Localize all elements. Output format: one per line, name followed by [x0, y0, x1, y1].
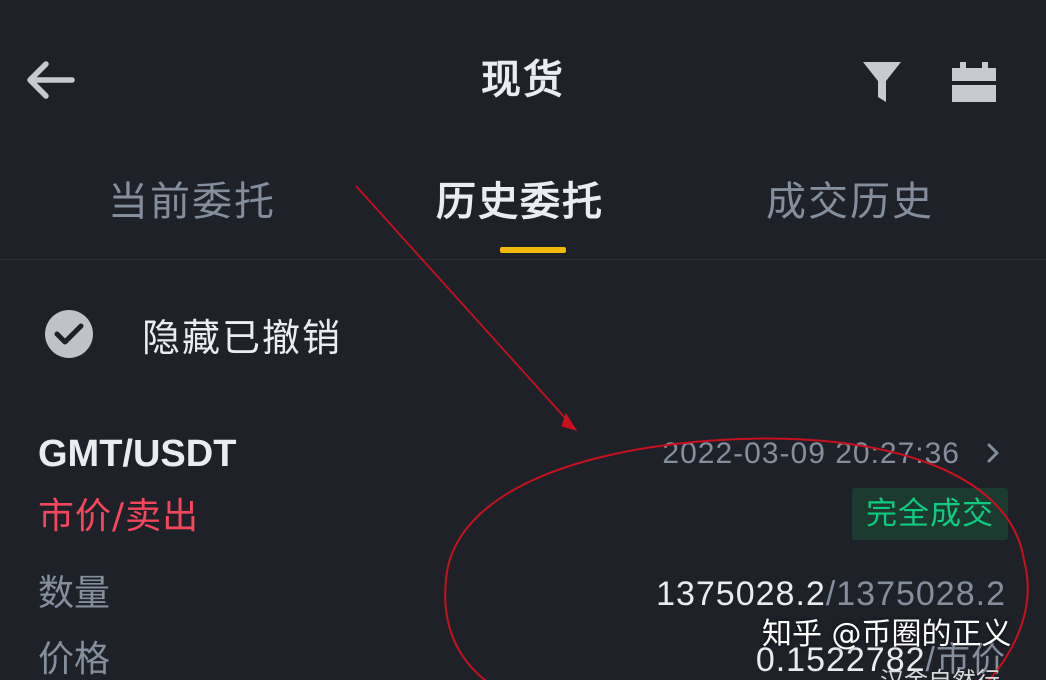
tab-order-history[interactable]: 历史委托 [436, 172, 604, 232]
spot-order-history-screen: 现货 当前委托 历史委托 成交历史 隐藏已撤销 GMT/USDT 2022-03… [0, 0, 1046, 680]
annotation-arrowhead [561, 412, 578, 431]
hide-cancelled-label: 隐藏已撤销 [142, 315, 343, 360]
watermark: 知乎 @币圈的正义 [762, 617, 1012, 652]
quantity-filled: 1375028.2 [656, 575, 826, 613]
tabs-divider [0, 259, 1046, 260]
tab-trade-history[interactable]: 成交历史 [766, 172, 934, 232]
chevron-right-icon [987, 443, 999, 463]
tab-current-orders[interactable]: 当前委托 [108, 172, 276, 232]
quantity-label: 数量 [38, 573, 111, 614]
price-label: 价格 [38, 639, 111, 680]
calendar-button[interactable] [944, 56, 1004, 108]
filter-button[interactable] [856, 56, 908, 108]
status-badge: 完全成交 [852, 488, 1008, 540]
order-pair[interactable]: GMT/USDT [38, 428, 236, 480]
checkmark-circle-icon [44, 309, 94, 359]
order-timestamp: 2022-03-09 20:27:36 [662, 437, 960, 470]
calendar-icon [952, 62, 996, 102]
watermark-secondary: 汉金自然行 [880, 666, 1000, 680]
order-type: 市价/卖出 [38, 496, 200, 537]
quantity-separator: / [825, 575, 837, 613]
order-detail-button[interactable] [980, 436, 1006, 470]
filter-icon [863, 62, 901, 102]
quantity-total: 1375028.2 [836, 575, 1006, 613]
active-tab-indicator [500, 247, 566, 253]
hide-cancelled-toggle[interactable]: 隐藏已撤销 [44, 306, 342, 362]
quantity-value: 1375028.2/1375028.2 [656, 570, 1006, 618]
